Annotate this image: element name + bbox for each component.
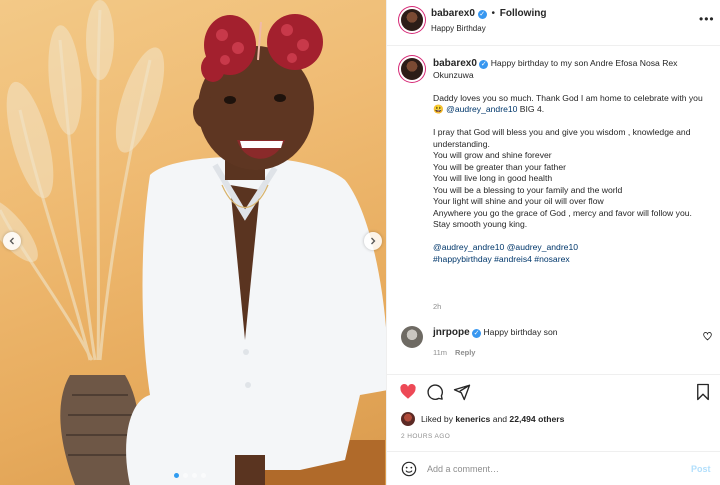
caption-line: You will be greater than your father [433, 161, 566, 172]
caption-para: BIG 4. [517, 104, 545, 114]
verified-icon: ✓ [472, 329, 482, 338]
comment-username[interactable]: jnrpope [433, 327, 470, 338]
following-button[interactable]: Following [500, 8, 547, 19]
mention-link[interactable]: @audrey_andre10 [446, 104, 517, 114]
likes-conjunction: and [492, 414, 508, 424]
caption-line: You will live long in good health [433, 173, 553, 183]
verified-icon: ✓ [479, 60, 489, 69]
header-separator: • [491, 8, 495, 19]
caption-line: I pray that God will bless you and give … [433, 127, 691, 149]
carousel-dots [174, 473, 206, 478]
post-date[interactable]: 2 HOURS AGO [401, 433, 450, 440]
likes-prefix: Liked by [421, 414, 454, 424]
caption-line: You will be a blessing to your family an… [433, 184, 623, 195]
header-username[interactable]: babarex0 [431, 8, 475, 19]
post-media[interactable] [0, 0, 386, 485]
caption-mentions[interactable]: @audrey_andre10 @audrey_andre10 [433, 242, 703, 254]
likes-summary: Liked by kenerics and 22,494 others [401, 410, 564, 428]
likes-others-link[interactable]: 22,494 others [509, 414, 564, 424]
chevron-left-icon [9, 237, 14, 245]
carousel-dot [183, 473, 188, 478]
comment-text: Happy birthday son [483, 327, 558, 337]
chevron-right-icon [371, 237, 376, 245]
comment-input[interactable] [427, 460, 677, 478]
caption-line: Your light will shine and your oil will … [433, 196, 604, 206]
comment-like-icon[interactable] [703, 332, 712, 341]
post-button[interactable]: Post [691, 464, 711, 474]
post-photo [0, 0, 386, 485]
verified-icon: ✓ [477, 10, 487, 19]
header-user-line: babarex0 ✓ • Following [431, 8, 546, 19]
bookmark-icon[interactable] [695, 383, 711, 401]
header-subtitle: Happy Birthday [431, 24, 486, 33]
carousel-dot [174, 473, 179, 478]
add-comment-bar: Post [387, 451, 720, 485]
carousel-prev-button[interactable] [3, 232, 21, 250]
post-header: babarex0 ✓ • Following Happy Birthday ••… [387, 0, 720, 46]
action-bar [387, 374, 720, 410]
more-icon[interactable]: ••• [699, 12, 715, 26]
emoji-icon[interactable] [401, 461, 417, 477]
reply-button[interactable]: Reply [455, 348, 475, 357]
avatar[interactable] [401, 326, 423, 348]
caption-time[interactable]: 2h [433, 302, 441, 311]
comment-icon[interactable] [426, 383, 444, 401]
comment-text-line: jnrpope ✓ Happy birthday son [433, 327, 558, 338]
caption-username[interactable]: babarex0 [433, 58, 477, 69]
post-side-panel: babarex0 ✓ • Following Happy Birthday ••… [386, 0, 720, 485]
liker-username[interactable]: kenerics [455, 414, 490, 424]
heart-filled-icon[interactable] [399, 383, 417, 401]
avatar[interactable] [401, 58, 423, 80]
comment-meta: 11m Reply [433, 348, 475, 357]
share-icon[interactable] [453, 383, 471, 401]
avatar[interactable] [401, 9, 423, 31]
comment-time[interactable]: 11m [433, 348, 447, 357]
carousel-next-button[interactable] [364, 232, 382, 250]
avatar[interactable] [401, 412, 415, 426]
likes-text: Liked by kenerics and 22,494 others [421, 414, 564, 424]
caption-hashtags[interactable]: #happybirthday #andreis4 #nosarex [433, 254, 703, 266]
carousel-dot [192, 473, 197, 478]
caption-line: Anywhere you go the grace of God , mercy… [433, 207, 692, 230]
caption-line: You will grow and shine forever [433, 150, 552, 160]
comment-item: jnrpope ✓ Happy birthday son 11m Reply [387, 322, 720, 362]
caption-text: babarex0 ✓ Happy birthday to my son Andr… [433, 58, 703, 265]
carousel-dot [201, 473, 206, 478]
